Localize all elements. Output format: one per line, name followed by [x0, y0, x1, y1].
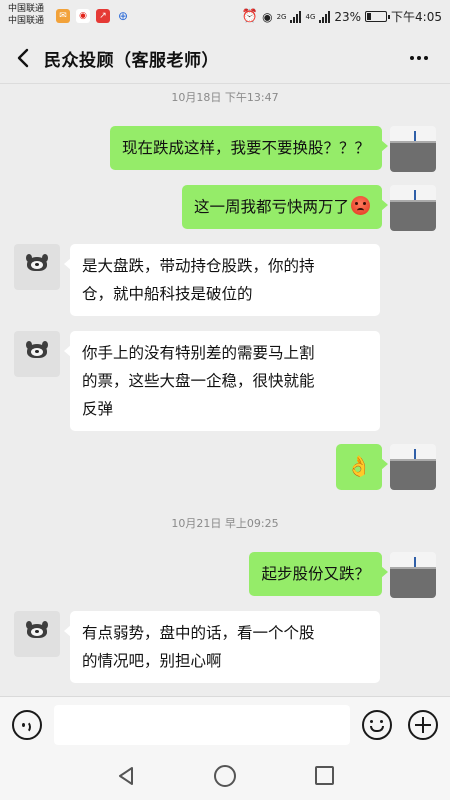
- network-type-1: 2G: [276, 12, 287, 21]
- eye-icon: ◉: [262, 9, 273, 24]
- more-dot-icon: [410, 56, 414, 60]
- advisor-avatar[interactable]: [14, 611, 60, 657]
- chevron-left-icon: [17, 48, 29, 68]
- carrier-2: 中国联通: [8, 16, 45, 26]
- status-right: ⏰ ◉ 2G 4G 23% 下午4:05: [242, 8, 442, 25]
- network-type-2: 4G: [305, 12, 316, 21]
- message-bubble-sent[interactable]: 起步股份又跌？: [249, 552, 388, 596]
- voice-input-button[interactable]: [12, 710, 42, 740]
- weibo-icon: ◉: [76, 9, 90, 23]
- message-bubble-received[interactable]: 有点弱势，盘中的话，看一个个股 的情况吧，别担心啊: [64, 611, 380, 683]
- message-line: 仓，就中船科技是破位的: [82, 285, 253, 303]
- advisor-avatar[interactable]: [14, 244, 60, 290]
- message-line: 是大盘跌，带动持仓股跌，你的持: [82, 257, 315, 275]
- message-text: 现在跌成这样，我要不要换股？？？: [121, 139, 370, 157]
- app-notification-icon: ✉: [56, 9, 70, 23]
- input-bar: [0, 696, 450, 752]
- more-functions-button[interactable]: [408, 710, 438, 740]
- advisor-avatar[interactable]: [14, 331, 60, 377]
- message-list[interactable]: 10月18日 下午13:47 现在跌成这样，我要不要换股？？？ 这一周我都亏快两…: [0, 84, 450, 696]
- signal-icon-2: [319, 10, 331, 23]
- ok-hand-emoji: 👌: [346, 454, 372, 478]
- my-avatar[interactable]: [390, 185, 436, 231]
- message-line: 的票，这些大盘一企稳，很快就能: [82, 372, 315, 390]
- my-avatar[interactable]: [390, 444, 436, 490]
- status-bar: 中国联通 中国联通 ✉ ◉ ↗ ⊕ ⏰ ◉ 2G 4G 23% 下午4:05: [0, 0, 450, 32]
- carrier-labels: 中国联通 中国联通: [8, 3, 44, 27]
- notification-icons: ✉ ◉ ↗ ⊕: [56, 9, 130, 23]
- more-options-button[interactable]: [404, 44, 434, 72]
- timestamp: 10月18日 下午13:47: [171, 91, 279, 104]
- message-line: 有点弱势，盘中的话，看一个个股: [82, 624, 315, 642]
- message-bubble-received[interactable]: 你手上的没有特别差的需要马上割 的票，这些大盘一企稳，很快就能 反弹: [64, 331, 380, 431]
- stock-app-icon: ↗: [96, 9, 110, 23]
- battery-percent: 23%: [334, 9, 362, 24]
- nav-recents-button[interactable]: [315, 766, 334, 785]
- message-text: 这一周我都亏快两万了: [193, 198, 349, 216]
- battery-icon: [365, 11, 391, 22]
- battery-fill: [367, 13, 372, 20]
- carrier-1: 中国联通: [8, 4, 45, 14]
- clock: 下午4:05: [391, 10, 442, 24]
- message-bubble-sent[interactable]: 现在跌成这样，我要不要换股？？？: [109, 126, 389, 170]
- message-line: 你手上的没有特别差的需要马上割: [82, 344, 315, 362]
- message-bubble-sent[interactable]: 这一周我都亏快两万了: [181, 185, 389, 229]
- triangle-back-icon: [119, 767, 133, 785]
- emoji-button[interactable]: [362, 710, 392, 740]
- browser-icon: ⊕: [117, 9, 129, 23]
- message-line: 反弹: [82, 400, 114, 418]
- chat-header: 民众投顾（客服老师）: [0, 32, 450, 84]
- back-button[interactable]: [10, 44, 38, 72]
- message-bubble-sent[interactable]: 👌: [336, 444, 388, 490]
- my-avatar[interactable]: [390, 126, 436, 172]
- my-avatar[interactable]: [390, 552, 436, 598]
- message-text: 起步股份又跌？: [261, 565, 370, 583]
- alarm-icon: ⏰: [241, 9, 259, 24]
- message-input[interactable]: [54, 705, 350, 745]
- system-nav-bar: [0, 752, 450, 800]
- signal-icon-1: [290, 10, 302, 23]
- nav-back-button[interactable]: [116, 766, 136, 786]
- timestamp: 10月21日 早上09:25: [171, 517, 279, 530]
- more-dot-icon: [424, 56, 428, 60]
- nav-home-button[interactable]: [214, 765, 236, 787]
- chat-title: 民众投顾（客服老师）: [44, 51, 219, 71]
- message-bubble-received[interactable]: 是大盘跌，带动持仓股跌，你的持 仓，就中船科技是破位的: [64, 244, 380, 316]
- message-line: 的情况吧，别担心啊: [82, 652, 222, 670]
- more-dot-icon: [417, 56, 421, 60]
- angry-face-emoji: [351, 196, 370, 215]
